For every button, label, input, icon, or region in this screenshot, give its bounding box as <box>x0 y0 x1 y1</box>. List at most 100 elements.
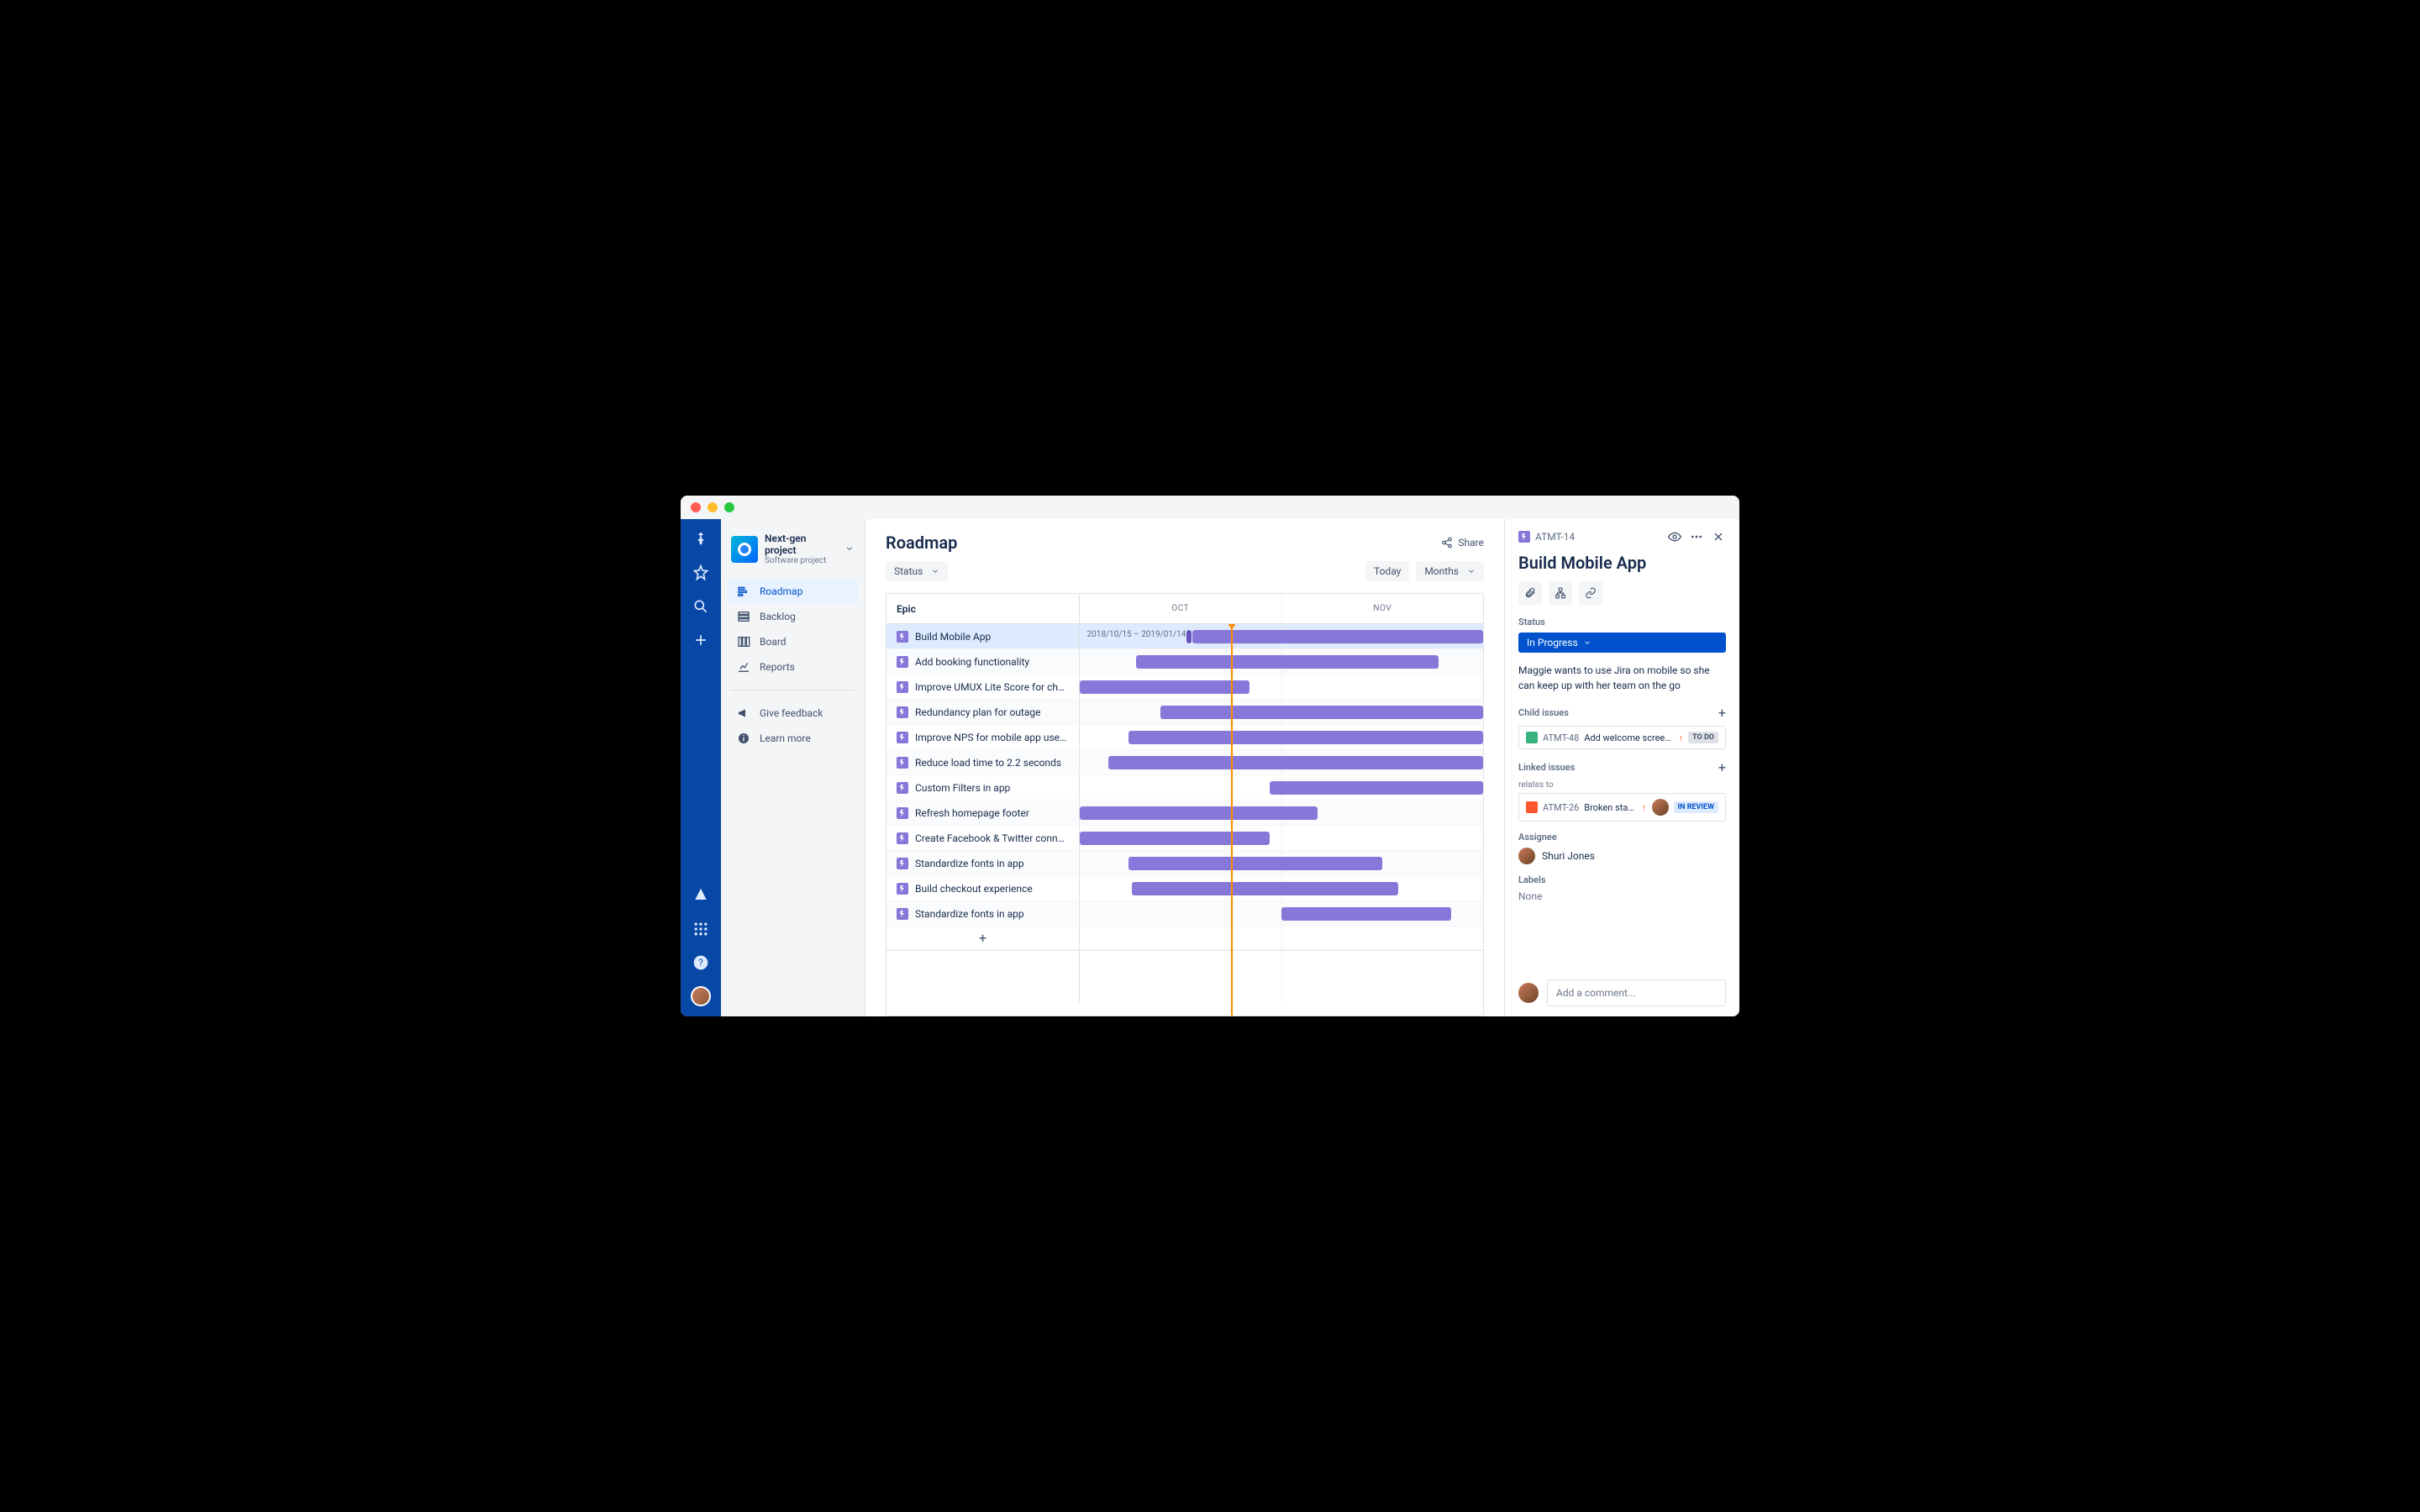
project-switcher[interactable]: Next-gen project Software project <box>728 533 858 575</box>
timeline-cell <box>1080 750 1483 774</box>
timeline-cell <box>1080 851 1483 875</box>
jira-logo-icon[interactable] <box>691 529 711 549</box>
epic-bar[interactable] <box>1281 907 1451 921</box>
backlog-icon <box>736 609 751 624</box>
nav-backlog[interactable]: Backlog <box>728 604 858 629</box>
scale-selector[interactable]: Months <box>1416 561 1484 581</box>
priority-up-icon: ↑ <box>1642 802 1647 813</box>
nav-roadmap-label: Roadmap <box>760 585 802 597</box>
window-zoom-button[interactable] <box>724 502 734 512</box>
epic-row[interactable]: Improve NPS for mobile app users by ... <box>886 725 1483 750</box>
issue-key-link[interactable]: ATMT-14 <box>1518 531 1575 543</box>
footer-cell <box>886 951 1080 1002</box>
assignee-field[interactable]: Shuri Jones <box>1518 848 1726 864</box>
epic-row[interactable]: Build Mobile App2018/10/15 – 2019/01/14 <box>886 624 1483 649</box>
labels-value[interactable]: None <box>1518 890 1726 902</box>
scale-label: Months <box>1424 565 1459 577</box>
epic-bar[interactable] <box>1160 706 1483 719</box>
nav-board-label: Board <box>760 636 786 648</box>
timeline-cell <box>1080 775 1483 800</box>
issue-title[interactable]: Build Mobile App <box>1518 553 1726 573</box>
learn-more[interactable]: Learn more <box>728 726 858 751</box>
epic-cell[interactable]: Standardize fonts in app <box>886 851 1080 875</box>
status-dropdown[interactable]: In Progress <box>1518 633 1726 653</box>
help-icon[interactable]: ? <box>691 953 711 973</box>
epic-type-icon <box>897 858 908 869</box>
share-button[interactable]: Share <box>1441 537 1484 549</box>
app-switcher-icon[interactable] <box>691 919 711 939</box>
epic-bar[interactable] <box>1128 857 1382 870</box>
epic-cell[interactable]: Add booking functionality <box>886 649 1080 674</box>
epic-cell[interactable]: Build checkout experience <box>886 876 1080 900</box>
epic-bar[interactable] <box>1192 630 1483 643</box>
epic-cell[interactable]: Create Facebook & Twitter connector <box>886 826 1080 850</box>
epic-cell[interactable]: Standardize fonts in app <box>886 901 1080 926</box>
create-icon[interactable] <box>691 630 711 650</box>
epic-cell[interactable]: Reduce load time to 2.2 seconds <box>886 750 1080 774</box>
timeline-cell <box>1080 927 1483 949</box>
epic-type-icon <box>897 807 908 819</box>
epic-title: Build checkout experience <box>915 883 1033 895</box>
epic-row[interactable]: Custom Filters in app <box>886 775 1483 801</box>
epic-bar[interactable] <box>1128 731 1483 744</box>
epic-row[interactable]: Improve UMUX Lite Score for checko... <box>886 675 1483 700</box>
epic-bar[interactable] <box>1136 655 1439 669</box>
add-linked-issue-button[interactable]: + <box>1718 759 1726 775</box>
epic-cell[interactable]: Redundancy plan for outage <box>886 700 1080 724</box>
status-filter-label: Status <box>894 565 923 577</box>
epic-bar[interactable] <box>1132 882 1398 895</box>
nav-reports[interactable]: Reports <box>728 654 858 680</box>
add-child-issue-button[interactable]: + <box>1718 705 1726 721</box>
epic-bar[interactable] <box>1080 832 1270 845</box>
chevron-down-icon <box>1467 567 1476 575</box>
epic-bar[interactable] <box>1080 680 1249 694</box>
epic-row[interactable]: Standardize fonts in app <box>886 851 1483 876</box>
epic-bar[interactable] <box>1080 806 1318 820</box>
today-button[interactable]: Today <box>1365 561 1409 581</box>
link-button[interactable] <box>1579 581 1602 605</box>
epic-type-icon <box>897 681 908 693</box>
give-feedback[interactable]: Give feedback <box>728 701 858 726</box>
epic-bar[interactable] <box>1108 756 1483 769</box>
epic-cell[interactable]: Improve NPS for mobile app users by ... <box>886 725 1080 749</box>
linked-issue-row[interactable]: ATMT-26 Broken status ind... ↑ IN REVIEW <box>1518 793 1726 822</box>
epic-row[interactable]: Add booking functionality <box>886 649 1483 675</box>
project-avatar-icon <box>731 536 758 563</box>
epic-row[interactable]: Refresh homepage footer <box>886 801 1483 826</box>
comment-input[interactable]: Add a comment... <box>1547 979 1726 1006</box>
epic-row[interactable]: Redundancy plan for outage <box>886 700 1483 725</box>
search-icon[interactable] <box>691 596 711 617</box>
epic-bar[interactable] <box>1270 781 1483 795</box>
notification-icon[interactable] <box>691 885 711 906</box>
nav-board[interactable]: Board <box>728 629 858 654</box>
add-child-button[interactable] <box>1549 581 1572 605</box>
epic-row[interactable]: Create Facebook & Twitter connector <box>886 826 1483 851</box>
more-icon[interactable] <box>1689 529 1704 544</box>
profile-avatar[interactable] <box>691 986 711 1006</box>
status-filter[interactable]: Status <box>886 561 948 581</box>
epic-row[interactable]: Standardize fonts in app <box>886 901 1483 927</box>
window-close-button[interactable] <box>691 502 701 512</box>
child-issue-row[interactable]: ATMT-48 Add welcome screen for m... ↑ TO… <box>1518 726 1726 749</box>
epic-row[interactable]: Reduce load time to 2.2 seconds <box>886 750 1483 775</box>
window-minimize-button[interactable] <box>708 502 718 512</box>
epic-row[interactable]: Build checkout experience <box>886 876 1483 901</box>
nav-roadmap[interactable]: Roadmap <box>728 579 858 604</box>
board-icon <box>736 634 751 649</box>
timeline-cell <box>1080 951 1483 1002</box>
attach-button[interactable] <box>1518 581 1542 605</box>
assignee-avatar <box>1518 848 1535 864</box>
main-content: Roadmap Share Status Today <box>865 519 1739 1016</box>
epic-cell[interactable]: Custom Filters in app <box>886 775 1080 800</box>
epic-cell[interactable]: Refresh homepage footer <box>886 801 1080 825</box>
epic-cell[interactable]: Build Mobile App <box>886 624 1080 648</box>
epic-cell[interactable]: Improve UMUX Lite Score for checko... <box>886 675 1080 699</box>
watch-icon[interactable] <box>1667 529 1682 544</box>
issue-description[interactable]: Maggie wants to use Jira on mobile so sh… <box>1518 663 1726 693</box>
bar-start-handle[interactable] <box>1186 630 1192 643</box>
epic-type-icon <box>897 757 908 769</box>
close-icon[interactable] <box>1711 529 1726 544</box>
star-icon[interactable] <box>691 563 711 583</box>
create-epic-button[interactable]: + <box>886 927 1080 949</box>
nav-backlog-label: Backlog <box>760 611 796 622</box>
